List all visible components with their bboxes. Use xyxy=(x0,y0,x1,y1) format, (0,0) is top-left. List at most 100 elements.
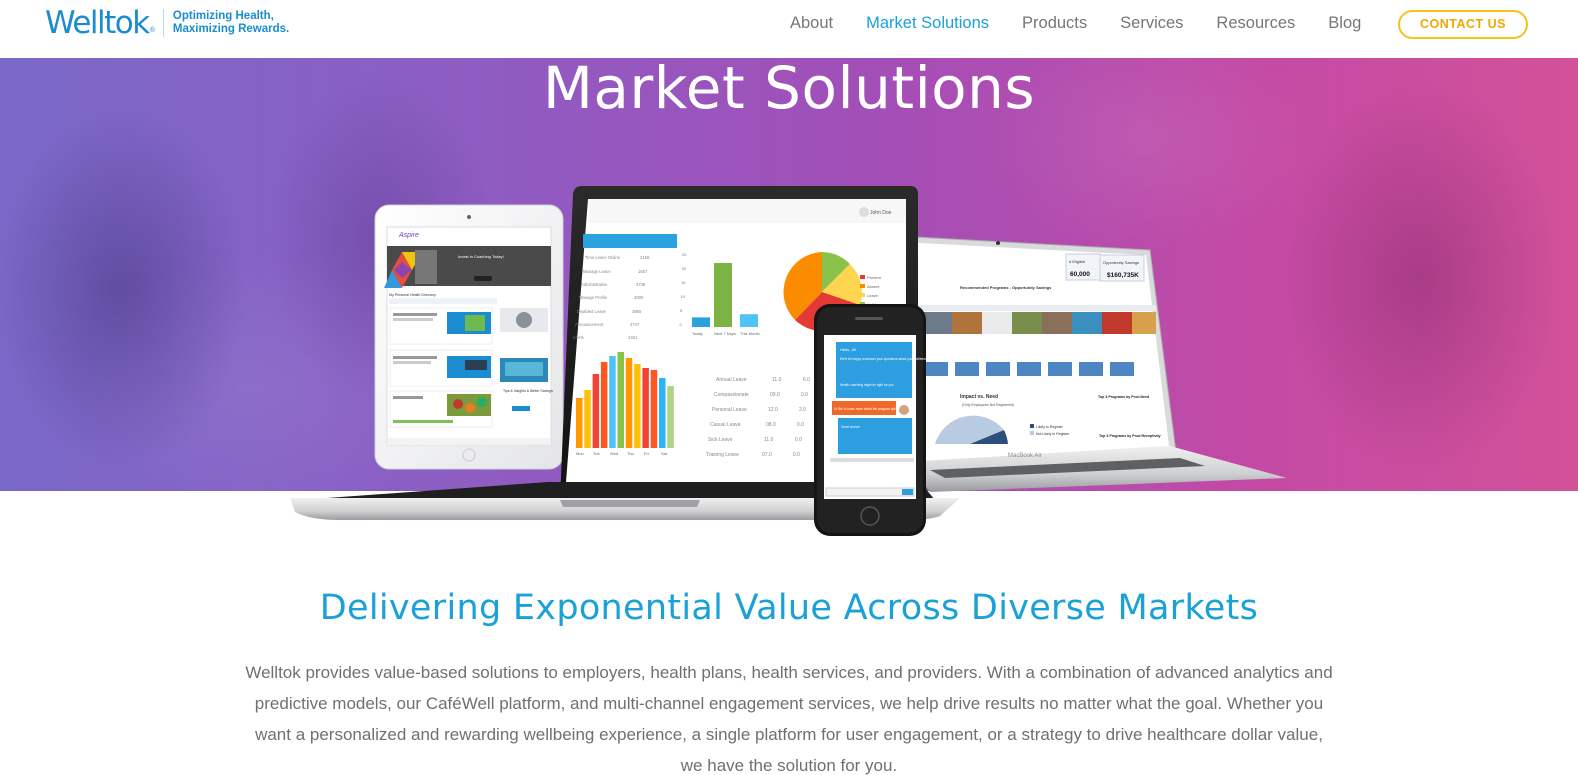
svg-text:3747: 3747 xyxy=(630,322,640,327)
tagline-line-1: Optimizing Health, xyxy=(172,10,274,22)
weekly-bar-mark xyxy=(609,356,616,448)
weekly-bar-mark xyxy=(634,364,641,448)
tablet-tile xyxy=(389,307,493,345)
weekly-bar-mark xyxy=(592,374,600,448)
logo-divider xyxy=(162,9,164,37)
svg-text:08.0: 08.0 xyxy=(766,422,776,428)
svg-text:6.0: 6.0 xyxy=(803,377,810,383)
opportunity-savings-value: $160,735K xyxy=(1107,272,1139,279)
opportunity-savings-label: Opportunity Savings xyxy=(1103,260,1139,265)
svg-text:Annual Leave: Annual Leave xyxy=(716,377,747,383)
header-user-name: John Doe xyxy=(870,210,892,216)
svg-text:Health coaching might be right: Health coaching might be right for you xyxy=(840,383,894,387)
tablet-tile xyxy=(389,349,493,387)
svg-text:2461: 2461 xyxy=(628,335,638,340)
svg-text:3738: 3738 xyxy=(636,282,646,287)
svg-text:09.0: 09.0 xyxy=(770,392,780,398)
eligible-value: 60,000 xyxy=(1070,271,1090,278)
svg-text:2.0: 2.0 xyxy=(799,407,806,413)
tablet-app-name: Aspire xyxy=(398,232,419,239)
bar-mark xyxy=(740,314,758,327)
tagline-line-2: Maximizing Rewards. xyxy=(172,23,290,35)
tablet-device: Aspire Invest in Coaching Today! My Pers… xyxy=(374,204,564,470)
svg-text:Present: Present xyxy=(867,275,882,280)
weekly-bar-mark xyxy=(617,352,624,448)
svg-text:Casual Leave: Casual Leave xyxy=(710,422,741,428)
section-heading: Delivering Exponential Value Across Dive… xyxy=(319,588,1259,628)
weekly-bar-mark xyxy=(584,390,591,448)
svg-text:Announcement: Announcement xyxy=(575,322,604,327)
svg-text:Manage Leave: Manage Leave xyxy=(583,269,611,274)
svg-text:Disabled Leave: Disabled Leave xyxy=(577,309,607,314)
weekly-axis-label: Tue xyxy=(593,451,601,456)
bar-mark xyxy=(692,317,710,327)
svg-text:4009: 4009 xyxy=(634,295,644,300)
axis-tick-label: 20 xyxy=(682,266,687,271)
svg-text:Compassionate: Compassionate xyxy=(714,392,749,398)
svg-text:Great choice!: Great choice! xyxy=(841,425,860,429)
tablet-card-label: Tips & Insights & Better Savings xyxy=(503,389,553,393)
site-header: Welltok ® Optimizing Health, Maximizing … xyxy=(0,0,1578,58)
weekly-bar-mark xyxy=(650,370,658,448)
smartphone-device: Hello, Jill We'd be happy to answer your… xyxy=(814,304,940,536)
impact-subtitle: (Only Employees Not Registered) xyxy=(962,403,1014,407)
svg-text:12.0: 12.0 xyxy=(768,407,778,413)
svg-text:Time Leave Online: Time Leave Online xyxy=(585,255,621,260)
svg-text:We'd be happy to answer your q: We'd be happy to answer your questions a… xyxy=(840,357,940,361)
nav-item-market-solutions[interactable]: Market Solutions xyxy=(866,13,989,33)
weekly-axis-label: Mon xyxy=(576,451,584,456)
axis-tick-label: 15 xyxy=(681,280,686,285)
svg-text:Training Leave: Training Leave xyxy=(706,452,739,458)
svg-text:Manage Profile: Manage Profile xyxy=(579,295,608,300)
hero-title: Market Solutions xyxy=(542,54,1036,122)
svg-text:11.0: 11.0 xyxy=(764,437,774,443)
weekly-axis-label: Wed xyxy=(610,451,618,456)
legend-likely: Likely to Register xyxy=(1036,425,1064,429)
svg-text:Hello, Jill: Hello, Jill xyxy=(840,347,856,352)
logo-tagline: Optimizing Health, Maximizing Rewards. xyxy=(173,10,303,36)
axis-tick-label: 25 xyxy=(682,252,687,257)
tablet-banner-text: Invest in Coaching Today! xyxy=(458,254,504,259)
contact-us-button[interactable]: CONTACT US xyxy=(1398,10,1528,39)
bar-label: Next 7 Days xyxy=(714,331,736,336)
bar-label: This Month xyxy=(740,331,760,336)
macbook-air-label: MacBook Air xyxy=(1008,453,1042,459)
logo-wordmark: Welltok xyxy=(45,5,150,41)
programs-title: Recommended Programs - Opportunity Savin… xyxy=(960,285,1052,290)
svg-text:Alerts: Alerts xyxy=(573,335,584,340)
svg-text:0.0: 0.0 xyxy=(793,452,800,458)
nav-item-products[interactable]: Products xyxy=(1022,13,1087,33)
tablet-section-label: My Personal Health Directory xyxy=(389,293,436,297)
weekly-bar-mark xyxy=(659,378,666,448)
weekly-bar-mark xyxy=(576,398,583,448)
welltok-logo[interactable]: Welltok ® Optimizing Health, Maximizing … xyxy=(45,6,303,40)
nav-item-resources[interactable]: Resources xyxy=(1216,13,1295,33)
svg-text:I'd like to know more about th: I'd like to know more about the program … xyxy=(834,407,902,411)
svg-text:0.0: 0.0 xyxy=(797,422,804,428)
weekly-axis-label: Sat xyxy=(661,451,668,456)
weekly-bar-mark xyxy=(600,362,608,448)
svg-text:Leave: Leave xyxy=(867,293,879,298)
nav-item-about[interactable]: About xyxy=(790,13,833,33)
tablet-tile xyxy=(389,390,493,428)
top-programs-title-2: Top 3 Programs by Prod.Receptivity xyxy=(1099,434,1161,438)
svg-text:0.0: 0.0 xyxy=(795,437,802,443)
main-nav: About Market Solutions Products Services… xyxy=(790,13,1394,33)
svg-text:Personal Leave: Personal Leave xyxy=(712,407,747,413)
svg-text:1657: 1657 xyxy=(638,269,648,274)
weekly-axis-label: Fri xyxy=(644,451,649,456)
nav-item-services[interactable]: Services xyxy=(1120,13,1183,33)
svg-text:3865: 3865 xyxy=(632,309,642,314)
weekly-bar-mark xyxy=(667,386,674,448)
axis-tick-label: 10 xyxy=(681,294,686,299)
svg-text:Administrative: Administrative xyxy=(581,282,608,287)
weekly-bar-mark xyxy=(642,368,649,448)
nav-item-blog[interactable]: Blog xyxy=(1328,13,1361,33)
registered-mark: ® xyxy=(149,26,155,34)
weekly-bar-mark xyxy=(625,358,633,448)
impact-title: Impact vs. Need xyxy=(960,394,998,400)
legend-not-likely: Not Likely to Register xyxy=(1036,432,1070,436)
svg-text:3156: 3156 xyxy=(640,255,650,260)
svg-text:Sick Leave: Sick Leave xyxy=(708,437,733,443)
eligible-label: # Eligible xyxy=(1069,259,1086,264)
